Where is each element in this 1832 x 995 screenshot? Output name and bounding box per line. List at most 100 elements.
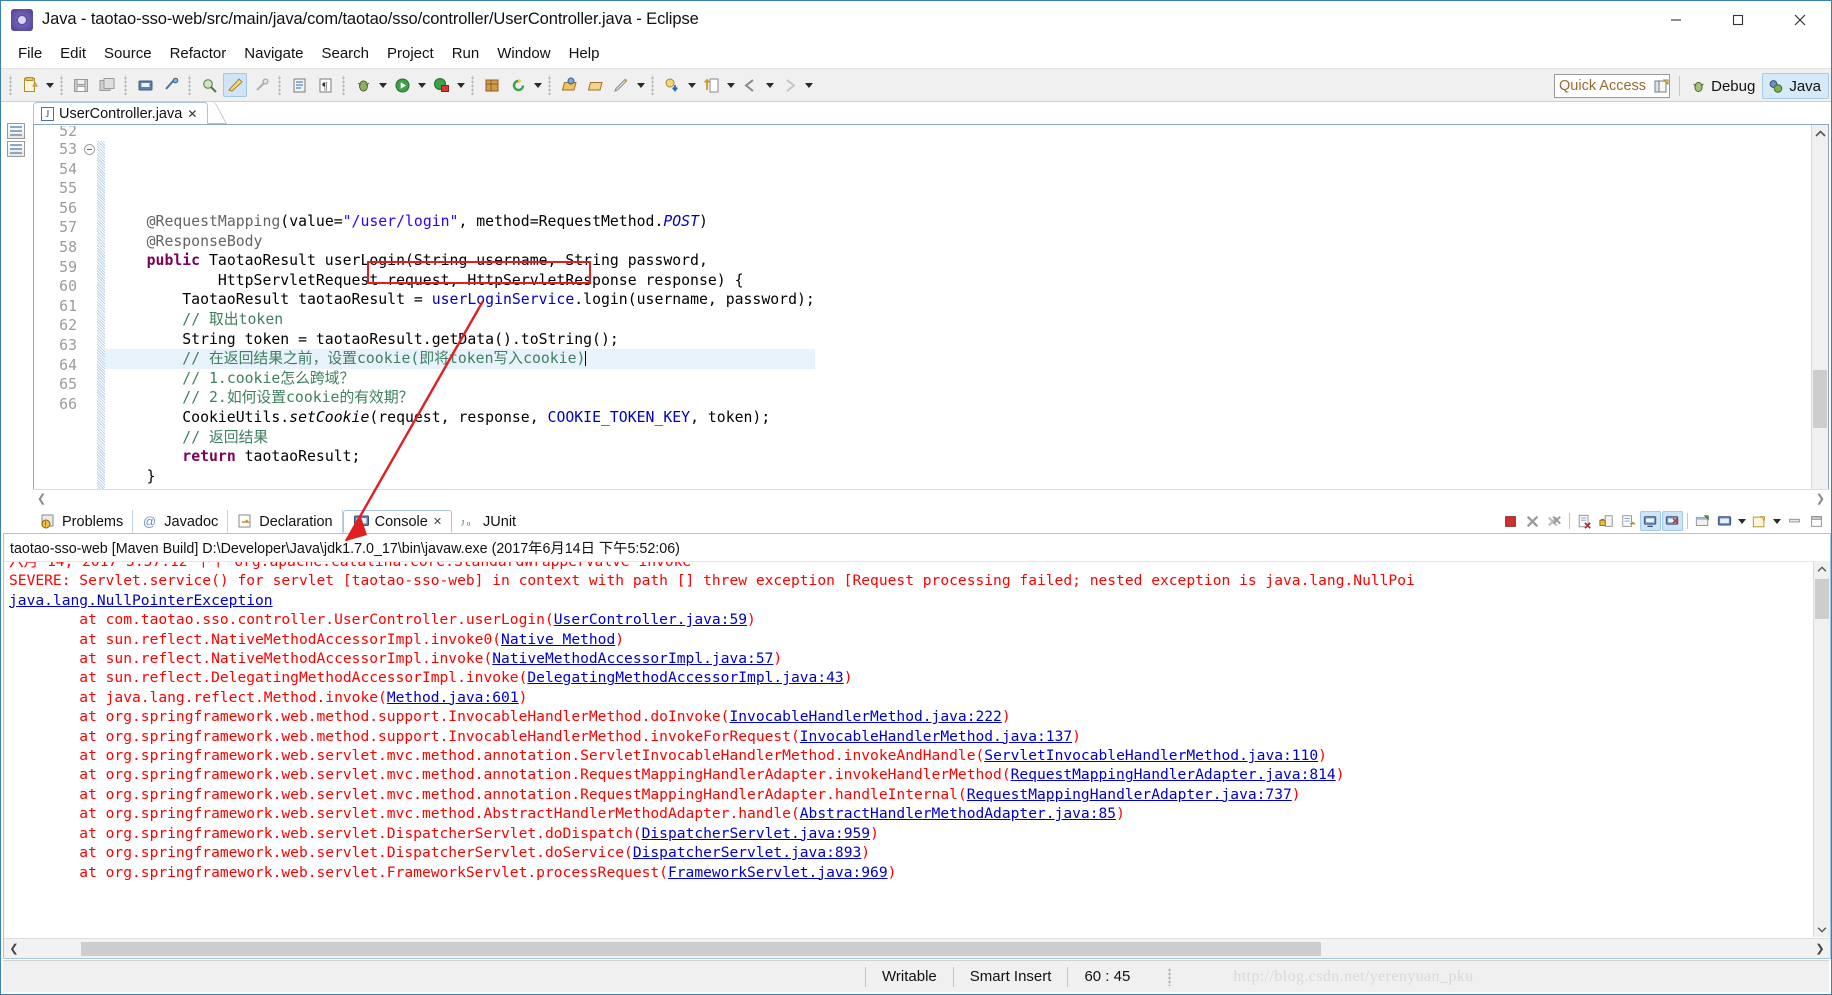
open-folder-icon[interactable] bbox=[583, 73, 607, 97]
stacktrace-link[interactable]: ServletInvocableHandlerMethod.java:110 bbox=[984, 747, 1318, 764]
scroll-down-icon[interactable] bbox=[1814, 921, 1830, 937]
print-icon[interactable] bbox=[133, 73, 157, 97]
maximize-button[interactable] bbox=[1707, 1, 1769, 39]
code-line[interactable]: TaotaoResult taotaoResult = userLoginSer… bbox=[105, 290, 815, 310]
stacktrace-link[interactable]: DispatcherServlet.java:893 bbox=[633, 844, 861, 861]
search-icon[interactable] bbox=[197, 73, 221, 97]
toolbar-grip[interactable] bbox=[341, 75, 347, 95]
code-line[interactable]: @RequestMapping(value="/user/login", met… bbox=[105, 212, 815, 232]
console-dropdown-icon[interactable] bbox=[1736, 511, 1748, 531]
menu-search[interactable]: Search bbox=[312, 43, 378, 64]
run-icon[interactable] bbox=[390, 73, 414, 97]
open-console-icon[interactable] bbox=[1662, 511, 1683, 531]
display-selected-console-icon[interactable] bbox=[1640, 511, 1661, 531]
toolbar-grip[interactable] bbox=[650, 75, 656, 95]
editor-vertical-scrollbar[interactable] bbox=[1811, 125, 1828, 505]
remove-launch-icon[interactable] bbox=[1522, 511, 1543, 531]
menu-run[interactable]: Run bbox=[443, 43, 489, 64]
code-line[interactable]: } bbox=[105, 467, 815, 487]
code-line[interactable]: // 在返回结果之前，设置cookie(即将token写入cookie) bbox=[105, 349, 815, 369]
open-resource-icon[interactable] bbox=[557, 73, 581, 97]
remove-all-launches-icon[interactable] bbox=[1544, 511, 1565, 531]
toolbar-grip[interactable] bbox=[547, 75, 553, 95]
hscroll-track[interactable] bbox=[24, 941, 1810, 956]
forward-history-icon[interactable] bbox=[777, 73, 801, 97]
toolbar-grip[interactable] bbox=[59, 75, 65, 95]
code-line[interactable]: // 1.cookie怎么跨域？ bbox=[105, 369, 815, 389]
open-perspective-icon[interactable] bbox=[1649, 74, 1673, 98]
maximize-view-icon[interactable] bbox=[1806, 511, 1827, 531]
save-icon[interactable] bbox=[69, 73, 93, 97]
save-all-icon[interactable] bbox=[95, 73, 119, 97]
menu-window[interactable]: Window bbox=[488, 43, 559, 64]
code-line[interactable]: @ResponseBody bbox=[105, 232, 815, 252]
clean-icon[interactable] bbox=[249, 73, 273, 97]
menu-edit[interactable]: Edit bbox=[51, 43, 95, 64]
refresh-icon[interactable] bbox=[506, 73, 530, 97]
console-scroll-thumb[interactable] bbox=[1815, 579, 1829, 619]
new-wizard-dropdown-icon[interactable] bbox=[43, 74, 56, 96]
menu-refactor[interactable]: Refactor bbox=[161, 43, 236, 64]
debug-dropdown-icon[interactable] bbox=[376, 74, 389, 96]
tab-declaration[interactable]: Declaration bbox=[228, 510, 343, 533]
editor-tab-usercontroller[interactable]: J UserController.java ✕ bbox=[33, 102, 209, 124]
code-line[interactable]: CookieUtils.setCookie(request, response,… bbox=[105, 408, 815, 428]
package-explorer-minimized-icon[interactable] bbox=[7, 123, 25, 139]
stacktrace-link[interactable]: FrameworkServlet.java:969 bbox=[668, 864, 888, 881]
toolbar-grip[interactable] bbox=[123, 75, 129, 95]
new-console-view-icon[interactable] bbox=[1692, 511, 1713, 531]
edit-pencil-icon[interactable] bbox=[609, 73, 633, 97]
scroll-up-icon[interactable] bbox=[1814, 561, 1830, 577]
paragraph-icon[interactable]: ¶ bbox=[313, 73, 337, 97]
toolbar-grip[interactable] bbox=[470, 75, 476, 95]
folding-gutter[interactable] bbox=[82, 125, 97, 505]
scroll-left-icon[interactable]: ❮ bbox=[37, 492, 46, 505]
menu-file[interactable]: File bbox=[9, 43, 51, 64]
forward-dropdown-icon[interactable] bbox=[802, 74, 815, 96]
code-line[interactable]: // 返回结果 bbox=[105, 428, 815, 448]
refresh-dropdown-icon[interactable] bbox=[531, 74, 544, 96]
new-package-icon[interactable] bbox=[480, 73, 504, 97]
editor-scroll-thumb[interactable] bbox=[1813, 370, 1827, 428]
tab-junit[interactable]: Ju JUnit bbox=[452, 510, 525, 533]
stacktrace-link[interactable]: AbstractHandlerMethodAdapter.java:85 bbox=[800, 805, 1116, 822]
status-grip[interactable] bbox=[1168, 967, 1174, 986]
back-history-icon[interactable] bbox=[738, 73, 762, 97]
code-line[interactable]: // 取出token bbox=[105, 310, 815, 330]
stacktrace-link[interactable]: DelegatingMethodAccessorImpl.java:43 bbox=[527, 669, 843, 686]
code-text-area[interactable]: @RequestMapping(value="/user/login", met… bbox=[105, 125, 1811, 505]
code-line[interactable]: HttpServletRequest request, HttpServletR… bbox=[105, 271, 815, 291]
run-external-tools-icon[interactable] bbox=[429, 73, 453, 97]
toolbar-grip[interactable] bbox=[187, 75, 193, 95]
menu-source[interactable]: Source bbox=[95, 43, 161, 64]
tab-javadoc[interactable]: @ Javadoc bbox=[133, 510, 229, 533]
code-line[interactable]: String token = taotaoResult.getData().to… bbox=[105, 330, 815, 350]
console-horizontal-scrollbar[interactable]: ❮ ❯ bbox=[4, 938, 1830, 958]
editor-horizontal-scrollbar[interactable]: ❮ ❯ bbox=[33, 489, 1829, 506]
scroll-left-icon[interactable]: ❮ bbox=[4, 939, 24, 958]
next-annotation-icon[interactable] bbox=[660, 73, 684, 97]
console-chooser-dropdown-icon[interactable] bbox=[1771, 511, 1783, 531]
stacktrace-link[interactable]: NativeMethodAccessorImpl.java:57 bbox=[492, 650, 773, 667]
minimize-view-icon[interactable] bbox=[1784, 511, 1805, 531]
scroll-up-icon[interactable] bbox=[1812, 125, 1828, 142]
stacktrace-link[interactable]: DispatcherServlet.java:959 bbox=[642, 825, 870, 842]
debug-icon[interactable] bbox=[351, 73, 375, 97]
stacktrace-link[interactable]: InvocableHandlerMethod.java:222 bbox=[729, 708, 1001, 725]
menu-project[interactable]: Project bbox=[378, 43, 443, 64]
scroll-right-icon[interactable]: ❯ bbox=[1816, 492, 1825, 505]
close-button[interactable] bbox=[1769, 1, 1831, 39]
scroll-right-icon[interactable]: ❯ bbox=[1810, 939, 1830, 958]
pin-console-icon[interactable] bbox=[1618, 511, 1639, 531]
clear-console-icon[interactable] bbox=[1574, 511, 1595, 531]
minimize-button[interactable] bbox=[1645, 1, 1707, 39]
code-line[interactable]: public TaotaoResult userLogin(String use… bbox=[105, 251, 815, 271]
hscroll-thumb[interactable] bbox=[81, 941, 1321, 956]
console-output[interactable]: 六月 14, 2017 5:57:12 下午 org.apache.catali… bbox=[4, 561, 1830, 937]
stacktrace-link[interactable]: java.lang.NullPointerException bbox=[9, 592, 273, 609]
external-tools-dropdown-icon[interactable] bbox=[454, 74, 467, 96]
stacktrace-link[interactable]: UserController.java:59 bbox=[554, 611, 747, 628]
stacktrace-link[interactable]: Native Method bbox=[501, 631, 615, 648]
perspective-debug[interactable]: Debug bbox=[1685, 73, 1762, 99]
outline-minimized-icon[interactable] bbox=[7, 141, 25, 157]
